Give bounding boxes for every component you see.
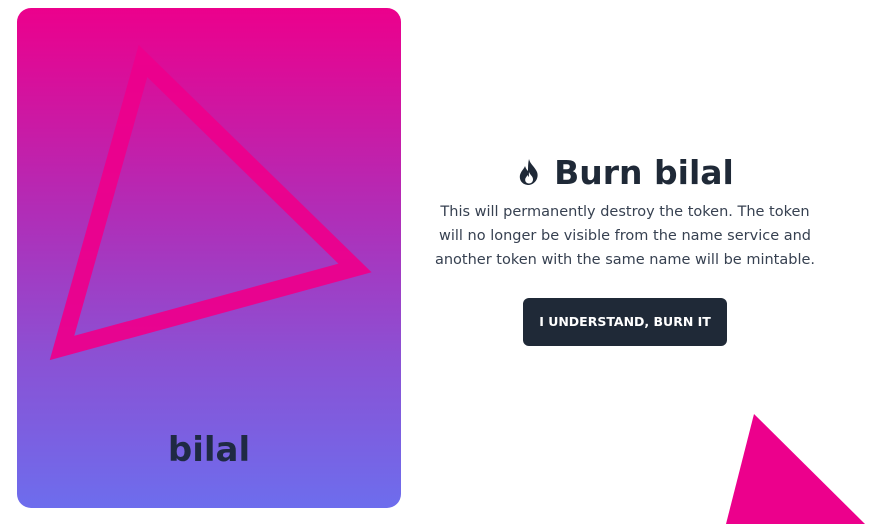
- confirm-burn-button[interactable]: I UNDERSTAND, BURN IT: [523, 298, 727, 346]
- page-title: Burn bilal: [554, 152, 734, 192]
- burn-panel: Burn bilal This will permanently destroy…: [425, 150, 825, 346]
- title-row: Burn bilal: [425, 150, 825, 194]
- page: bilal Burn bilal This will permanently d…: [0, 0, 887, 524]
- burn-description: This will permanently destroy the token.…: [434, 204, 816, 268]
- card-token-name: bilal: [167, 430, 251, 470]
- fire-icon: [516, 158, 542, 186]
- decorative-triangle: [726, 414, 865, 524]
- token-card: bilal: [17, 8, 401, 508]
